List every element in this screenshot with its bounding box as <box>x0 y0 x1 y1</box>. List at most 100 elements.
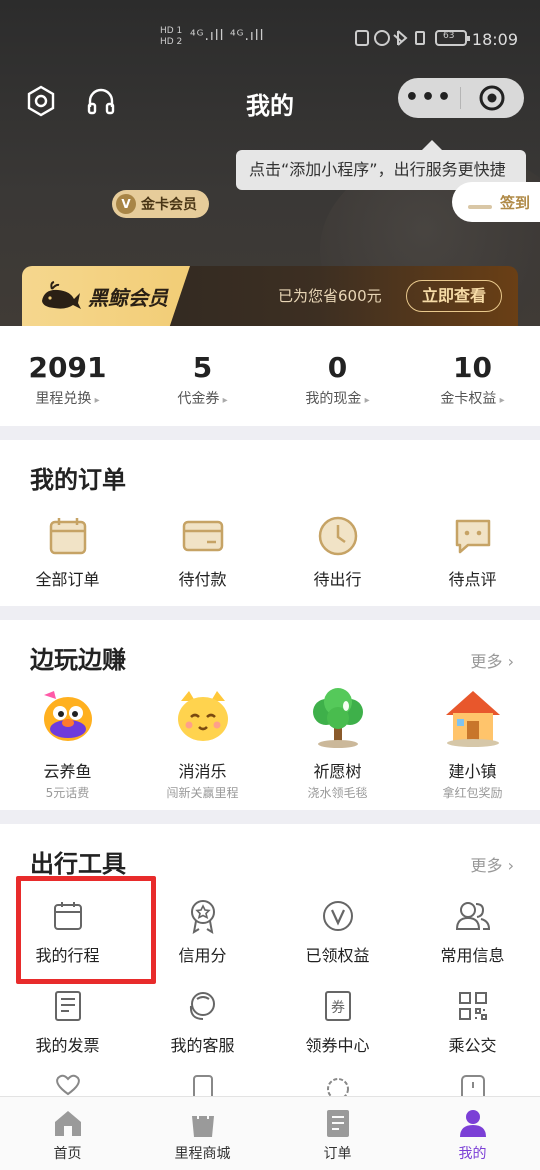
tab-mileage-mall[interactable]: 里程商城 <box>135 1097 270 1170</box>
tool-label: 我的发票 <box>35 1036 100 1055</box>
coupon-icon: 券 <box>270 986 405 1026</box>
vip-brand: 黑鲸会员 <box>88 285 168 310</box>
status-bar: HD 1 HD 2 ⁴ᴳ.ıll ⁴ᴳ.ıll 63 18:09 <box>0 22 540 58</box>
games-more-link[interactable]: 更多 › <box>471 648 515 672</box>
stat-value: 10 <box>453 351 492 384</box>
users-icon <box>405 896 540 936</box>
games-grid: 云养鱼 5元话费 消消乐 闯新关赢里程 祈愿树 浇水领毛毯 建小镇 拿红包奖励 <box>0 682 540 801</box>
game-subtitle: 拿红包奖励 <box>442 786 503 800</box>
tool-coupon-center[interactable]: 券 领券中心 <box>270 986 405 1056</box>
house-icon <box>405 682 540 752</box>
tools-card: 出行工具 更多 › 我的行程 信用分 已领权益 常用信息 我的发票 我的客服 券… <box>0 824 540 1103</box>
bag-icon <box>135 1107 270 1139</box>
game-subtitle: 5元话费 <box>45 786 90 800</box>
stat-vouchers[interactable]: 5 代金券 <box>135 326 270 426</box>
info-icon <box>460 1075 485 1103</box>
tool-label: 信用分 <box>178 946 227 965</box>
stat-label: 金卡权益 <box>405 388 540 408</box>
vip-view-button[interactable]: 立即查看 <box>406 280 502 312</box>
gear-icon <box>326 1078 349 1100</box>
signin-bar-icon <box>468 205 492 209</box>
tab-orders[interactable]: 订单 <box>270 1097 405 1170</box>
tool-common-info[interactable]: 常用信息 <box>405 896 540 966</box>
game-label: 祈愿树 <box>313 762 362 781</box>
record-circle-icon <box>479 85 505 111</box>
games-card: 边玩边赚 更多 › 云养鱼 5元话费 消消乐 闯新关赢里程 祈愿树 浇水领毛毯 … <box>0 620 540 810</box>
battery-level: 63 <box>443 31 455 41</box>
profile-icon <box>405 1107 540 1139</box>
vip-brand-area: 黑鲸会员 <box>22 266 190 326</box>
member-level-label: 金卡会员 <box>141 197 197 213</box>
vip-banner[interactable]: 黑鲸会员 已为您省600元 立即查看 <box>22 266 518 326</box>
game-fish[interactable]: 云养鱼 5元话费 <box>0 682 135 801</box>
tab-profile[interactable]: 我的 <box>405 1097 540 1170</box>
member-level-badge[interactable]: V 金卡会员 <box>112 190 209 218</box>
order-label: 待出行 <box>313 570 362 589</box>
tool-customer-service[interactable]: 我的客服 <box>135 986 270 1056</box>
tool-label: 我的客服 <box>170 1036 235 1055</box>
tab-label: 里程商城 <box>174 1146 231 1162</box>
calendar-order-icon <box>0 512 135 560</box>
order-pending-review[interactable]: 待点评 <box>405 512 540 590</box>
game-wish-tree[interactable]: 祈愿树 浇水领毛毯 <box>270 682 405 801</box>
invoice-icon <box>0 986 135 1026</box>
close-capsule-button[interactable] <box>461 84 523 112</box>
signin-button[interactable]: 签到 <box>452 182 540 222</box>
svg-text:券: 券 <box>331 1000 345 1016</box>
fish-icon <box>0 682 135 752</box>
order-pending-payment[interactable]: 待付款 <box>135 512 270 590</box>
stat-mileage[interactable]: 2091 里程兑换 <box>0 326 135 426</box>
order-all[interactable]: 全部订单 <box>0 512 135 590</box>
more-menu-button[interactable]: ••• <box>398 78 460 118</box>
tool-label: 领券中心 <box>305 1036 370 1055</box>
order-pending-trip[interactable]: 待出行 <box>270 512 405 590</box>
stat-gold-benefits[interactable]: 10 金卡权益 <box>405 326 540 426</box>
v-icon: V <box>116 194 136 214</box>
tools-more-link[interactable]: 更多 › <box>471 852 515 876</box>
tab-label: 我的 <box>458 1146 487 1162</box>
v-circle-icon <box>270 896 405 936</box>
game-build-town[interactable]: 建小镇 拿红包奖励 <box>405 682 540 801</box>
card-icon <box>135 512 270 560</box>
tool-label: 已领权益 <box>305 946 370 965</box>
tab-label: 首页 <box>53 1146 82 1162</box>
game-label: 云养鱼 <box>43 762 92 781</box>
sim-indicator: HD 1 HD 2 <box>160 26 183 47</box>
tab-label: 订单 <box>323 1146 352 1162</box>
game-match[interactable]: 消消乐 闯新关赢里程 <box>135 682 270 801</box>
tool-label: 我的行程 <box>35 946 100 965</box>
stat-label: 里程兑换 <box>0 388 135 408</box>
order-icon <box>270 1107 405 1139</box>
tools-title: 出行工具 <box>30 850 126 878</box>
orders-card: 我的订单 全部订单 待付款 待出行 待点评 <box>0 440 540 606</box>
order-label: 待点评 <box>448 570 497 589</box>
tools-row-2: 我的发票 我的客服 券 领券中心 乘公交 <box>0 986 540 1056</box>
tool-invoice[interactable]: 我的发票 <box>0 986 135 1056</box>
game-label: 消消乐 <box>178 762 227 781</box>
comment-icon <box>405 512 540 560</box>
headset-icon <box>135 986 270 1026</box>
stat-value: 2091 <box>28 351 107 384</box>
tool-credit-score[interactable]: 信用分 <box>135 896 270 966</box>
phone-icon <box>192 1075 213 1103</box>
game-subtitle: 闯新关赢里程 <box>166 786 239 800</box>
stat-value: 0 <box>327 351 348 384</box>
tree-icon <box>270 682 405 752</box>
tool-bus[interactable]: 乘公交 <box>405 986 540 1056</box>
header-area: HD 1 HD 2 ⁴ᴳ.ıll ⁴ᴳ.ıll 63 18:09 我的 ••• … <box>0 0 540 326</box>
signin-label: 签到 <box>500 193 531 212</box>
mini-program-capsule: ••• <box>398 78 524 118</box>
order-label: 待付款 <box>178 570 227 589</box>
more-label: 更多 <box>470 856 503 875</box>
tool-claimed-benefits[interactable]: 已领权益 <box>270 896 405 966</box>
tools-row-1: 我的行程 信用分 已领权益 常用信息 <box>0 896 540 966</box>
stat-cash[interactable]: 0 我的现金 <box>270 326 405 426</box>
signal-indicator: ⁴ᴳ.ıll ⁴ᴳ.ıll <box>190 28 265 44</box>
qrcode-icon <box>405 986 540 1026</box>
vip-saved-text: 已为您省600元 <box>278 287 382 305</box>
badge-icon <box>135 896 270 936</box>
stat-value: 5 <box>192 351 213 384</box>
tab-home[interactable]: 首页 <box>0 1097 135 1170</box>
bottom-tab-bar: 首页 里程商城 订单 我的 <box>0 1096 540 1170</box>
tool-my-trips[interactable]: 我的行程 <box>0 896 135 966</box>
